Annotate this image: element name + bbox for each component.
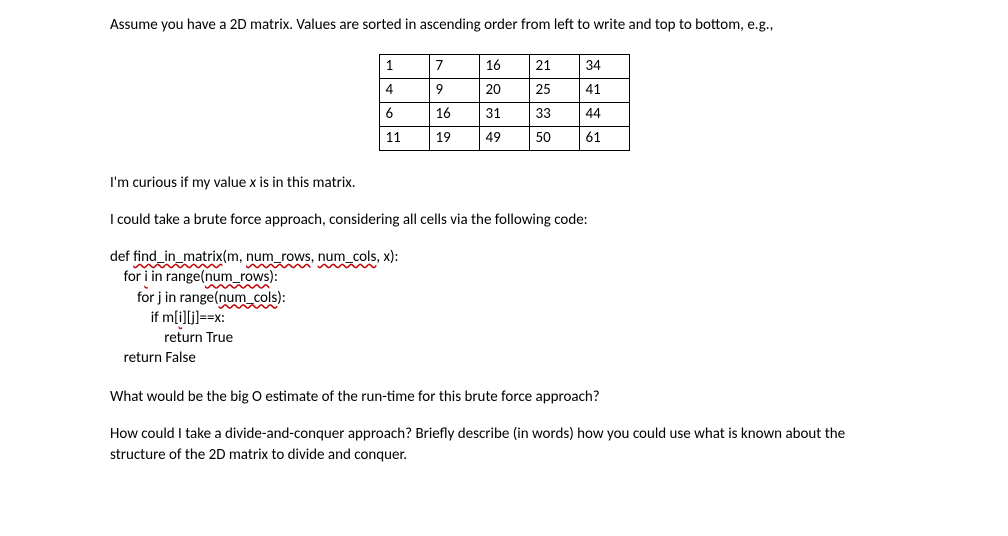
code-text: return False [110,349,196,367]
code-text: ): [269,268,278,286]
table-row: 4 9 20 25 41 [379,79,629,103]
text: I'm curious if my value [110,174,250,192]
paragraph-question-x: I'm curious if my value x is in this mat… [110,173,898,194]
code-text: if m[ [110,309,179,327]
code-text: def [110,248,133,266]
paragraph-divide-conquer: How could I take a divide-and-conquer ap… [110,424,898,466]
cell: 16 [479,55,529,79]
cell: 49 [479,127,529,151]
code-text: , [311,248,318,266]
paragraph-brute-force: I could take a brute force approach, con… [110,210,898,231]
squiggle-text: num_rows [205,268,270,286]
cell: 25 [529,79,579,103]
squiggle-text: find_in_matrix [133,248,222,266]
cell: 41 [579,79,629,103]
squiggle-text: num_cols [318,248,377,266]
matrix-table: 1 7 16 21 34 4 9 20 25 41 6 16 31 33 44 … [379,54,630,151]
cell: 20 [479,79,529,103]
cell: 44 [579,103,629,127]
cell: 50 [529,127,579,151]
code-text: ): [277,289,286,307]
code-text: for j in range( [110,289,219,307]
cell: 33 [529,103,579,127]
cell: 31 [479,103,529,127]
code-text: , x): [376,248,398,266]
code-text: return True [110,329,233,347]
cell: 61 [579,127,629,151]
matrix-table-container: 1 7 16 21 34 4 9 20 25 41 6 16 31 33 44 … [110,54,898,151]
code-text: (m, [222,248,246,266]
cell: 6 [379,103,429,127]
table-row: 1 7 16 21 34 [379,55,629,79]
squiggle-text: num_rows [246,248,311,266]
paragraph-intro: Assume you have a 2D matrix. Values are … [110,15,898,36]
code-text: ][j]==x: [182,309,225,327]
code-text: in range( [148,268,205,286]
table-row: 6 16 31 33 44 [379,103,629,127]
cell: 9 [429,79,479,103]
cell: 4 [379,79,429,103]
cell: 11 [379,127,429,151]
text: is in this matrix. [256,174,355,192]
paragraph-bigo-question: What would be the big O estimate of the … [110,387,898,408]
cell: 1 [379,55,429,79]
cell: 21 [529,55,579,79]
code-block: def find_in_matrix(m, num_rows, num_cols… [110,247,898,369]
code-text: for [110,268,144,286]
cell: 34 [579,55,629,79]
cell: 16 [429,103,479,127]
squiggle-text: num_cols [219,289,278,307]
cell: 19 [429,127,479,151]
table-row: 11 19 49 50 61 [379,127,629,151]
cell: 7 [429,55,479,79]
